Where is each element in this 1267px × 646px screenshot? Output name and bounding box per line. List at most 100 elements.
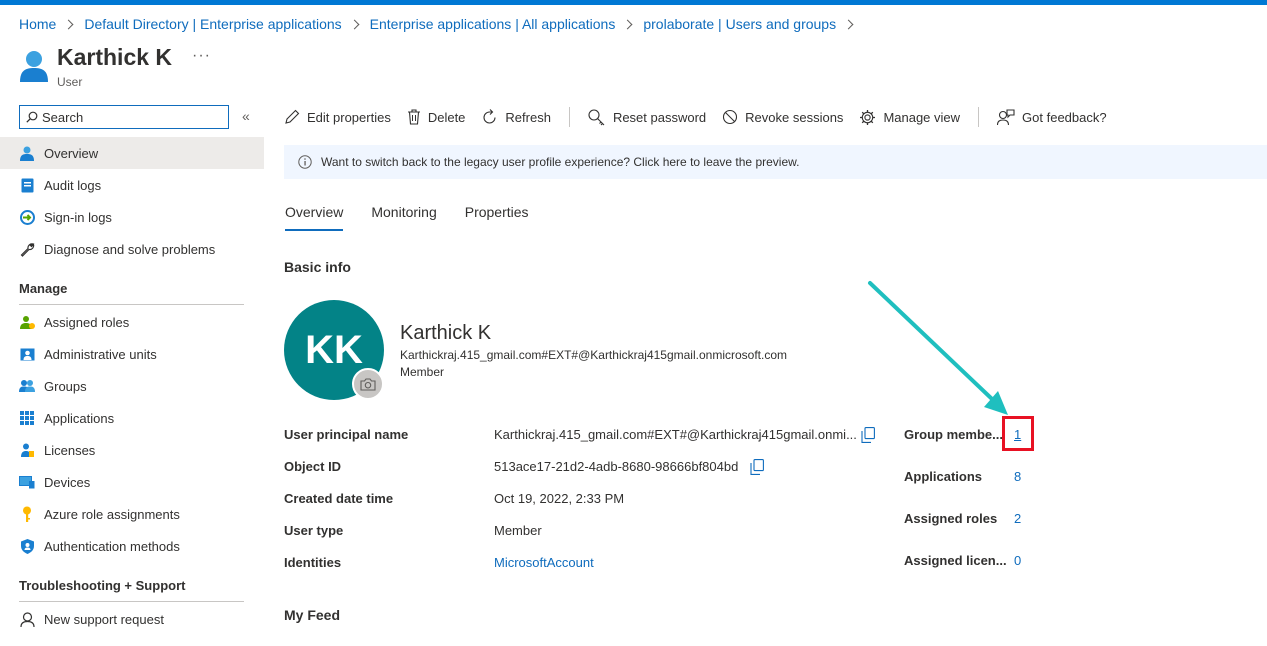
divider [19,304,244,305]
assigned-roles-count-link[interactable]: 2 [1014,511,1021,526]
chevron-right-icon [63,19,74,29]
upn-value: Karthickraj.415_gmail.com#EXT#@Karthickr… [494,427,857,442]
sidebar-item-sign-in-logs[interactable]: Sign-in logs [0,201,264,233]
banner-text: Want to switch back to the legacy user p… [321,155,800,169]
revoke-sessions-button[interactable]: Revoke sessions [722,109,843,125]
sidebar-item-authentication-methods[interactable]: Authentication methods [0,530,264,562]
sidebar-item-new-support-request[interactable]: New support request [0,603,264,635]
page-title: Karthick K [57,44,173,70]
manage-view-label: Manage view [883,109,961,125]
object-id-value: 513ace17-21d2-4adb-8680-98666bf804bd [494,459,739,474]
sidebar-item-groups[interactable]: Groups [0,370,264,402]
user-type-label: User type [284,523,344,538]
more-options-button[interactable]: ··· [192,47,211,65]
page-subtitle: User [57,75,83,89]
sidebar-item-administrative-units[interactable]: Administrative units [0,338,264,370]
delete-button[interactable]: Delete [407,109,465,125]
sidebar-item-label: Administrative units [44,346,157,362]
info-icon [298,155,312,169]
legacy-experience-banner[interactable]: Want to switch back to the legacy user p… [284,145,1267,179]
sidebar-item-label: Assigned roles [44,314,130,330]
camera-icon [360,377,376,391]
created-label: Created date time [284,491,394,506]
sidebar-item-label: Licenses [44,442,96,458]
annotation-arrow [868,281,1008,415]
collapse-sidebar-button[interactable]: « [242,108,250,124]
sidebar-item-overview[interactable]: Overview [0,137,264,169]
tab-properties[interactable]: Properties [465,204,529,231]
copy-icon[interactable] [750,459,764,475]
upn-label: User principal name [284,427,409,442]
assigned-roles-label: Assigned roles [904,511,998,526]
sidebar-item-licenses[interactable]: Licenses [0,434,264,466]
sidebar-item-diagnose[interactable]: Diagnose and solve problems [0,233,264,265]
sign-in-icon [19,209,35,225]
user-type-value: Member [494,523,542,538]
breadcrumb-enterprise-apps[interactable]: Default Directory | Enterprise applicati… [84,16,341,32]
reset-password-label: Reset password [612,109,707,125]
trash-icon [407,109,420,125]
refresh-label: Refresh [505,109,551,125]
profile-email: Karthickraj.415_gmail.com#EXT#@Karthickr… [400,348,787,362]
search-icon [26,111,38,123]
pencil-icon [285,109,300,124]
feedback-label: Got feedback? [1022,109,1107,125]
block-icon [723,109,738,125]
edit-properties-button[interactable]: Edit properties [284,109,391,125]
sidebar-item-devices[interactable]: Devices [0,466,264,498]
breadcrumb: Home Default Directory | Enterprise appl… [19,16,864,32]
sidebar-item-label: Overview [44,145,99,161]
sidebar-item-label: Azure role assignments [44,506,180,522]
devices-icon [19,474,35,490]
sidebar-item-label: Audit logs [44,177,102,193]
feedback-person-icon [997,108,1015,125]
created-value: Oct 19, 2022, 2:33 PM [494,491,625,506]
refresh-button[interactable]: Refresh [481,108,551,126]
copy-icon[interactable] [861,427,875,443]
sidebar-item-label: Authentication methods [44,538,180,554]
tab-overview[interactable]: Overview [285,204,344,231]
reset-password-button[interactable]: Reset password [588,108,707,126]
manage-view-button[interactable]: Manage view [859,109,960,126]
assigned-roles-icon [19,314,35,330]
group-memberships-label: Group membe... [904,427,1003,442]
sidebar-search-box[interactable] [19,105,229,129]
refresh-icon [483,108,496,124]
toolbar-divider [978,107,980,127]
object-id-label: Object ID [284,459,342,474]
breadcrumb-all-applications[interactable]: Enterprise applications | All applicatio… [370,16,616,32]
licenses-icon [19,442,35,458]
profile-name: Karthick K [400,322,492,344]
breadcrumb-users-and-groups[interactable]: prolaborate | Users and groups [643,16,836,32]
sidebar-item-assigned-roles[interactable]: Assigned roles [0,306,264,338]
basic-info-heading: Basic info [284,259,351,275]
breadcrumb-home[interactable]: Home [19,16,56,32]
sidebar-section-manage: Manage [19,281,68,296]
sidebar-item-label: New support request [44,611,164,627]
sidebar-item-applications[interactable]: Applications [0,402,264,434]
assigned-licenses-count-link[interactable]: 0 [1014,553,1021,568]
identities-link[interactable]: MicrosoftAccount [494,555,594,570]
revoke-sessions-label: Revoke sessions [745,109,844,125]
my-feed-heading: My Feed [284,607,341,623]
user-icon [19,145,35,161]
feedback-button[interactable]: Got feedback? [997,108,1107,126]
shield-icon [19,538,35,554]
key-icon [19,506,35,522]
gear-icon [860,109,876,125]
chevron-right-icon [843,19,854,29]
change-photo-button[interactable] [352,368,384,400]
applications-label: Applications [904,469,983,484]
tab-monitoring[interactable]: Monitoring [371,204,436,231]
edit-properties-label: Edit properties [307,109,391,125]
applications-count-link[interactable]: 8 [1014,469,1021,484]
sidebar-item-label: Sign-in logs [44,209,112,225]
sidebar-item-label: Diagnose and solve problems [44,241,216,257]
applications-grid-icon [19,410,35,426]
top-accent-bar [0,0,1267,5]
user-icon [20,51,48,82]
key-search-icon [588,108,605,125]
sidebar-item-azure-role-assignments[interactable]: Azure role assignments [0,498,264,530]
sidebar-item-audit-logs[interactable]: Audit logs [0,169,264,201]
sidebar-search-input[interactable] [42,109,222,125]
